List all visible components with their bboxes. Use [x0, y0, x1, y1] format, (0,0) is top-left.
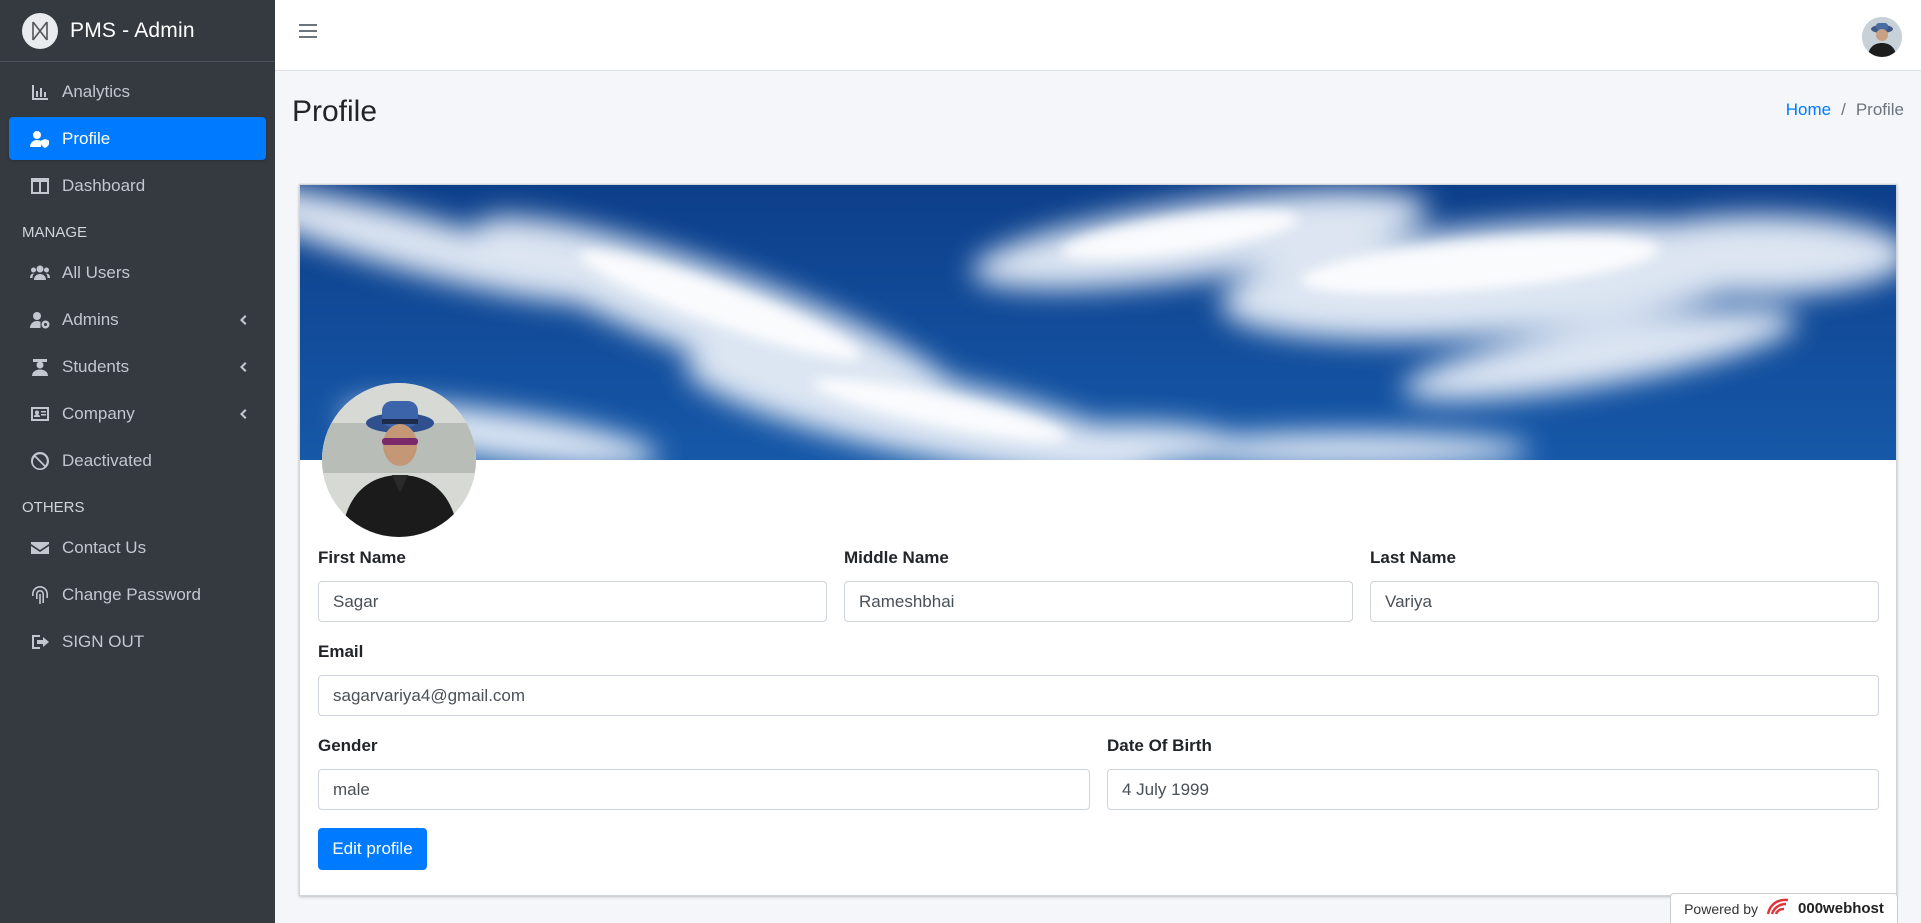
sidebar-item-all-users[interactable]: All Users — [9, 251, 266, 294]
brand-logo-icon — [22, 12, 58, 49]
sidebar-nav: Analytics Profile Dashboard MANAGE All U… — [0, 62, 275, 675]
last-name-field[interactable]: Variya — [1370, 581, 1879, 622]
email-field[interactable]: sagarvariya4@gmail.com — [318, 675, 1879, 716]
chevron-left-icon — [236, 359, 250, 373]
powered-by-text: Powered by — [1684, 900, 1759, 917]
brand-link[interactable]: PMS - Admin — [0, 0, 275, 62]
sidebar-item-label: SIGN OUT — [62, 631, 145, 651]
user-shield-icon — [30, 129, 50, 149]
profile-card: First Name Sagar Middle Name Rameshbhai … — [299, 184, 1897, 896]
sidebar-item-label: All Users — [62, 262, 131, 282]
sidebar-item-label: Deactivated — [62, 450, 152, 470]
gender-label: Gender — [318, 736, 378, 755]
sidebar-item-label: Dashboard — [62, 175, 146, 195]
breadcrumb-separator: / — [1841, 100, 1846, 119]
last-name-label: Last Name — [1370, 548, 1456, 567]
breadcrumb: Home / Profile — [1786, 100, 1904, 120]
sidebar-item-profile[interactable]: Profile — [9, 117, 266, 160]
top-navbar — [275, 0, 1921, 71]
webhost-logo-icon — [1766, 898, 1790, 919]
envelope-icon — [30, 538, 50, 558]
sidebar-item-contact-us[interactable]: Contact Us — [9, 526, 266, 569]
sign-out-icon — [30, 632, 50, 652]
dob-field[interactable]: 4 July 1999 — [1107, 769, 1879, 810]
sidebar-item-students[interactable]: Students — [9, 345, 266, 388]
sidebar-item-label: Students — [62, 356, 130, 376]
menu-toggle-icon[interactable] — [299, 24, 317, 42]
edit-profile-button[interactable]: Edit profile — [318, 828, 427, 870]
sidebar-item-analytics[interactable]: Analytics — [9, 70, 266, 113]
sidebar-item-label: Analytics — [62, 81, 131, 101]
sidebar-item-company[interactable]: Company — [9, 392, 266, 435]
graduate-icon — [30, 357, 50, 377]
sidebar-item-dashboard[interactable]: Dashboard — [9, 164, 266, 207]
middle-name-label: Middle Name — [844, 548, 949, 567]
chart-bar-icon — [30, 82, 50, 102]
cover-image — [300, 185, 1896, 460]
sidebar-item-label: Change Password — [62, 584, 201, 604]
sidebar-item-label: Company — [62, 403, 135, 423]
sidebar-item-label: Profile — [62, 128, 111, 148]
dob-label: Date Of Birth — [1107, 736, 1212, 755]
first-name-label: First Name — [318, 548, 406, 567]
first-name-field[interactable]: Sagar — [318, 581, 827, 622]
nav-header-others: OTHERS — [22, 498, 85, 516]
sidebar-item-change-password[interactable]: Change Password — [9, 573, 266, 616]
ban-icon — [30, 451, 50, 471]
sidebar-item-admins[interactable]: Admins — [9, 298, 266, 341]
gender-field[interactable]: male — [318, 769, 1090, 810]
sidebar-item-label: Contact Us — [62, 537, 147, 557]
sidebar-item-deactivated[interactable]: Deactivated — [9, 439, 266, 482]
breadcrumb-current: Profile — [1855, 100, 1904, 119]
profile-avatar — [322, 383, 476, 537]
user-cog-icon — [30, 310, 50, 330]
id-card-icon — [30, 404, 50, 424]
sidebar-item-sign-out[interactable]: SIGN OUT — [9, 620, 266, 663]
email-label: Email — [318, 642, 364, 661]
chevron-left-icon — [236, 406, 250, 420]
users-icon — [30, 263, 50, 283]
user-avatar[interactable] — [1862, 17, 1902, 57]
sidebar: PMS - Admin Analytics Profile Dashboard … — [0, 0, 275, 923]
brand-name: PMS - Admin — [70, 18, 195, 42]
fingerprint-icon — [30, 585, 50, 605]
webhost-name: 000webhost — [1798, 900, 1884, 917]
breadcrumb-home-link[interactable]: Home — [1786, 100, 1831, 120]
columns-icon — [30, 176, 50, 196]
chevron-left-icon — [236, 312, 250, 326]
nav-header-manage: MANAGE — [22, 223, 88, 241]
sidebar-item-label: Admins — [62, 309, 119, 329]
middle-name-field[interactable]: Rameshbhai — [844, 581, 1353, 622]
page-title: Profile — [292, 95, 378, 128]
powered-by-badge[interactable]: Powered by 000webhost — [1670, 893, 1898, 923]
